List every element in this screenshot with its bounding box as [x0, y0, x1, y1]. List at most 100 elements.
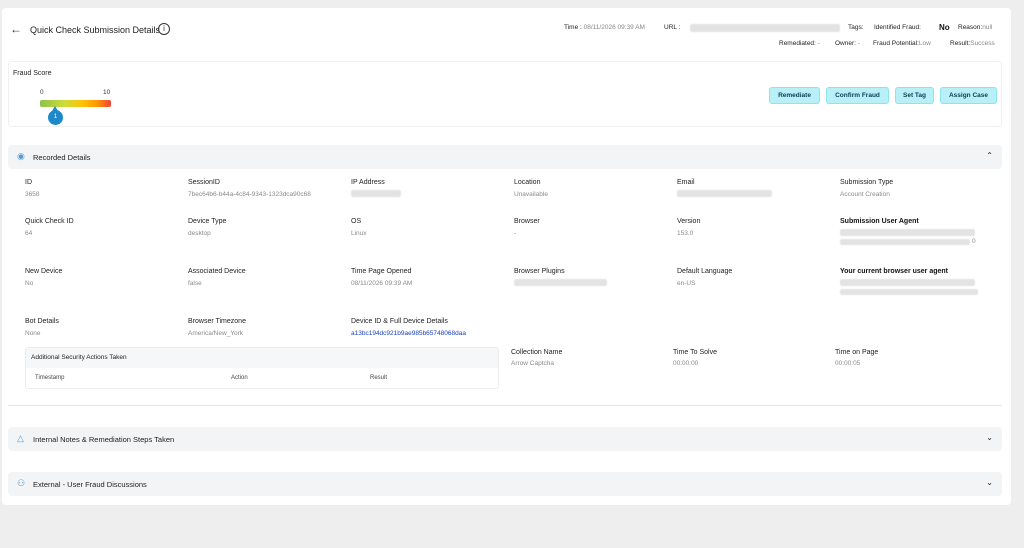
- set-tag-button[interactable]: Set Tag: [895, 87, 934, 104]
- assign-case-button[interactable]: Assign Case: [940, 87, 997, 104]
- current-user-agent-label: Your current browser user agent: [840, 268, 949, 275]
- owner-label: Owner:: [835, 40, 856, 47]
- submission-user-agent-tail: 0: [972, 238, 976, 245]
- confirm-fraud-button[interactable]: Confirm Fraud: [826, 87, 889, 104]
- security-actions-title: Additional Security Actions Taken: [31, 354, 127, 361]
- session-value: 7bec64b6-b44a-4c84-9343-1323dca90c68: [188, 191, 311, 198]
- version-value: 153.0: [677, 230, 694, 237]
- quick-check-id-label: Quick Check ID: [25, 218, 74, 225]
- url-label: URL :: [664, 24, 681, 31]
- current-user-agent-redacted-1: [840, 279, 975, 286]
- security-actions-header: Additional Security Actions Taken: [26, 348, 498, 368]
- associated-device-value: false: [188, 280, 202, 287]
- ip-label: IP Address: [351, 179, 385, 186]
- version-label: Version: [677, 218, 701, 225]
- location-value: Unavailable: [514, 191, 548, 198]
- result-value: Success: [970, 40, 995, 47]
- browser-timezone-label: Browser Timezone: [188, 318, 246, 325]
- info-icon[interactable]: i: [158, 23, 170, 35]
- bot-details-value: None: [25, 330, 41, 337]
- default-language-label: Default Language: [677, 268, 733, 275]
- time-label: Time :: [564, 24, 582, 31]
- browser-timezone-value: America/New_York: [188, 330, 244, 337]
- recorded-details-icon: ◉: [17, 151, 25, 161]
- internal-notes-header[interactable]: △ Internal Notes & Remediation Steps Tak…: [8, 427, 1002, 451]
- fraud-score-max: 10: [103, 89, 111, 96]
- recorded-details-header[interactable]: ◉ Recorded Details ⌃: [8, 145, 1002, 169]
- fraud-potential-label: Fraud Potential:: [873, 40, 919, 47]
- id-label: ID: [25, 179, 32, 186]
- device-type-label: Device Type: [188, 218, 227, 225]
- time-page-opened-value: 08/11/2026 09:39 AM: [351, 280, 413, 287]
- fraud-score-marker: 1: [48, 106, 63, 125]
- time-meta: Time : 08/11/2026 09:39 AM: [564, 24, 645, 31]
- section-divider: [8, 405, 1002, 406]
- email-redacted: [677, 190, 772, 197]
- chevron-down-icon[interactable]: ⌄: [986, 478, 993, 487]
- email-label: Email: [677, 179, 695, 186]
- current-user-agent-redacted-2: [840, 289, 978, 295]
- owner-meta: Owner: -: [835, 40, 860, 47]
- column-result: Result: [370, 375, 388, 381]
- tags-label: Tags:: [848, 24, 864, 31]
- device-id-link[interactable]: a13bc194dc921b9ae985b65748068daa: [351, 330, 466, 337]
- chevron-up-icon[interactable]: ⌃: [986, 151, 993, 160]
- id-value: 3658: [25, 191, 40, 198]
- browser-plugins-redacted: [514, 279, 607, 286]
- page-title: Quick Check Submission Details: [30, 25, 161, 35]
- remediate-button[interactable]: Remediate: [769, 87, 820, 104]
- time-to-solve-label: Time To Solve: [673, 349, 717, 356]
- browser-value: -: [514, 230, 517, 237]
- remediated-label: Remediated:: [779, 40, 816, 47]
- submission-type-label: Submission Type: [840, 179, 894, 186]
- device-id-label: Device ID & Full Device Details: [351, 318, 448, 325]
- internal-notes-title: Internal Notes & Remediation Steps Taken: [33, 435, 175, 444]
- time-value: 08/11/2026 09:39 AM: [583, 24, 645, 31]
- owner-value: -: [857, 40, 860, 47]
- chevron-down-icon[interactable]: ⌄: [986, 433, 993, 442]
- fraud-potential-meta: Fraud Potential:Low: [873, 40, 931, 47]
- device-type-value: desktop: [188, 230, 211, 237]
- security-actions-table: Additional Security Actions Taken Timest…: [25, 347, 499, 389]
- reason-meta: Reason:null: [958, 24, 992, 31]
- browser-plugins-label: Browser Plugins: [514, 268, 565, 275]
- back-arrow-icon[interactable]: ←: [10, 22, 22, 36]
- remediated-meta: Remediated: -: [779, 40, 820, 47]
- time-on-page-label: Time on Page: [835, 349, 879, 356]
- fraud-score-min: 0: [40, 89, 44, 96]
- associated-device-label: Associated Device: [188, 268, 246, 275]
- collection-name-value: Arrow Captcha: [511, 360, 554, 367]
- url-redacted: [690, 24, 840, 32]
- browser-label: Browser: [514, 218, 540, 225]
- collection-name-label: Collection Name: [511, 349, 563, 356]
- column-timestamp: Timestamp: [35, 375, 65, 381]
- notes-icon: △: [17, 433, 24, 443]
- default-language-value: en-US: [677, 280, 696, 287]
- column-action: Action: [231, 375, 248, 381]
- quick-check-id-value: 64: [25, 230, 33, 237]
- fraud-score-gauge: [40, 100, 111, 107]
- fraud-potential-value: Low: [918, 40, 931, 47]
- submission-user-agent-label: Submission User Agent: [840, 218, 919, 225]
- submission-type-value: Account Creation: [840, 191, 890, 198]
- reason-value: null: [982, 24, 993, 31]
- new-device-label: New Device: [25, 268, 63, 275]
- location-label: Location: [514, 179, 541, 186]
- submission-user-agent-redacted-2: [840, 239, 970, 245]
- os-value: Linux: [351, 230, 367, 237]
- new-device-value: No: [25, 280, 34, 287]
- os-label: OS: [351, 218, 362, 225]
- session-label: SessionID: [188, 179, 220, 186]
- discussion-icon: ⚇: [17, 478, 26, 488]
- result-meta: Result:Success: [950, 40, 995, 47]
- remediated-value: -: [817, 40, 820, 47]
- reason-label: Reason:: [958, 24, 983, 31]
- identified-fraud-value: No: [939, 23, 950, 32]
- result-label: Result:: [950, 40, 971, 47]
- time-page-opened-label: Time Page Opened: [351, 268, 412, 275]
- submission-user-agent-redacted-1: [840, 229, 975, 236]
- recorded-details-title: Recorded Details: [33, 153, 91, 162]
- time-on-page-value: 00:00:05: [835, 360, 861, 367]
- external-discussions-header[interactable]: ⚇ External - User Fraud Discussions ⌄: [8, 472, 1002, 496]
- identified-fraud-label: Identified Fraud:: [874, 24, 921, 31]
